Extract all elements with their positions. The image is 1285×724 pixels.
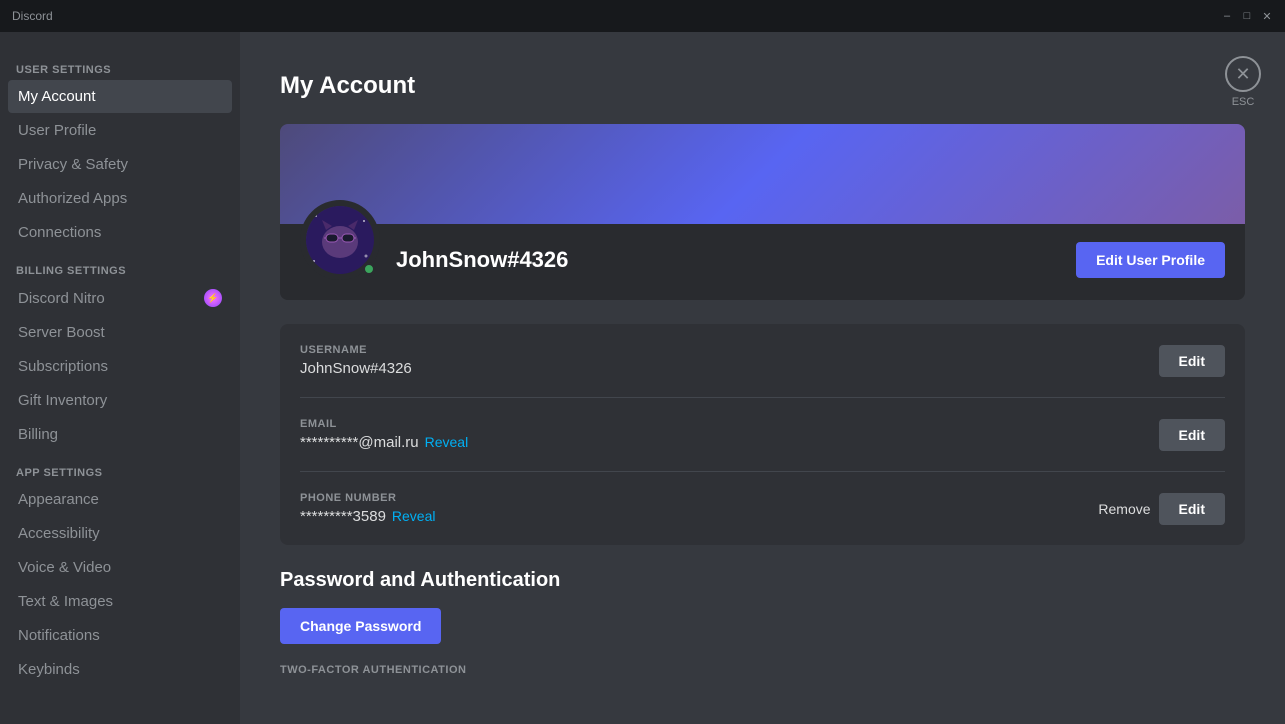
sidebar-item-accessibility[interactable]: Accessibility (8, 517, 232, 550)
sidebar-item-notifications[interactable]: Notifications (8, 619, 232, 652)
sidebar-item-billing[interactable]: Billing (8, 418, 232, 451)
content-area: ✕ ESC My Account (240, 32, 1285, 724)
sidebar-item-privacy-safety[interactable]: Privacy & Safety (8, 148, 232, 181)
sidebar-item-discord-nitro[interactable]: Discord Nitro ⚡ (8, 281, 232, 315)
esc-label: ESC (1232, 96, 1255, 108)
email-field-row: EMAIL **********@mail.ru Reveal Edit (300, 398, 1225, 472)
phone-field-content: PHONE NUMBER *********3589 Reveal (300, 492, 1098, 525)
sidebar-item-appearance[interactable]: Appearance (8, 483, 232, 516)
change-password-button[interactable]: Change Password (280, 608, 441, 644)
sidebar-item-user-profile[interactable]: User Profile (8, 114, 232, 147)
phone-value: *********3589 Reveal (300, 508, 1098, 525)
sidebar-item-authorized-apps[interactable]: Authorized Apps (8, 182, 232, 215)
sidebar: User Settings My Account User Profile Pr… (0, 32, 240, 724)
password-section-title: Password and Authentication (280, 569, 1245, 592)
phone-remove-link[interactable]: Remove (1098, 501, 1150, 517)
sidebar-item-server-boost[interactable]: Server Boost (8, 316, 232, 349)
username-display: JohnSnow#4326 (396, 247, 1060, 273)
close-window-button[interactable]: ✕ (1261, 10, 1273, 22)
account-fields-section: USERNAME JohnSnow#4326 Edit EMAIL ******… (280, 324, 1245, 545)
email-actions: Edit (1159, 419, 1225, 451)
sidebar-item-text-images[interactable]: Text & Images (8, 585, 232, 618)
edit-profile-button[interactable]: Edit User Profile (1076, 242, 1225, 278)
username-field-content: USERNAME JohnSnow#4326 (300, 344, 1159, 377)
avatar-wrap (300, 200, 380, 280)
phone-edit-button[interactable]: Edit (1159, 493, 1225, 525)
titlebar: Discord – □ ✕ (0, 0, 1285, 32)
phone-masked: *********3589 (300, 508, 386, 525)
sidebar-item-my-account[interactable]: My Account (8, 80, 232, 113)
app-body: User Settings My Account User Profile Pr… (0, 32, 1285, 724)
email-reveal-link[interactable]: Reveal (425, 434, 469, 450)
email-label: EMAIL (300, 418, 1159, 430)
profile-card: JohnSnow#4326 Edit User Profile (280, 124, 1245, 300)
sidebar-item-subscriptions[interactable]: Subscriptions (8, 350, 232, 383)
username-field-row: USERNAME JohnSnow#4326 Edit (300, 324, 1225, 398)
nitro-icon: ⚡ (204, 289, 222, 307)
username-edit-button[interactable]: Edit (1159, 345, 1225, 377)
user-settings-section-label: User Settings (8, 56, 232, 80)
phone-label: PHONE NUMBER (300, 492, 1098, 504)
profile-banner (280, 124, 1245, 224)
app-title: Discord (12, 9, 53, 23)
email-field-content: EMAIL **********@mail.ru Reveal (300, 418, 1159, 451)
phone-actions: Remove Edit (1098, 493, 1225, 525)
sidebar-item-connections[interactable]: Connections (8, 216, 232, 249)
profile-info: JohnSnow#4326 Edit User Profile (280, 224, 1245, 300)
email-masked: **********@mail.ru (300, 434, 419, 451)
close-button-wrap: ✕ ESC (1225, 56, 1261, 108)
two-fa-label: TWO-FACTOR AUTHENTICATION (280, 664, 1245, 676)
phone-field-row: PHONE NUMBER *********3589 Reveal Remove … (300, 472, 1225, 545)
status-indicator (362, 262, 376, 276)
email-value: **********@mail.ru Reveal (300, 434, 1159, 451)
email-edit-button[interactable]: Edit (1159, 419, 1225, 451)
close-settings-button[interactable]: ✕ (1225, 56, 1261, 92)
username-actions: Edit (1159, 345, 1225, 377)
sidebar-item-gift-inventory[interactable]: Gift Inventory (8, 384, 232, 417)
page-title: My Account (280, 72, 1245, 100)
window-controls: – □ ✕ (1221, 10, 1273, 22)
app-settings-section-label: App Settings (8, 459, 232, 483)
username-label: USERNAME (300, 344, 1159, 356)
username-value: JohnSnow#4326 (300, 360, 1159, 377)
maximize-button[interactable]: □ (1241, 10, 1253, 22)
phone-reveal-link[interactable]: Reveal (392, 508, 436, 524)
sidebar-item-keybinds[interactable]: Keybinds (8, 653, 232, 686)
sidebar-item-voice-video[interactable]: Voice & Video (8, 551, 232, 584)
billing-settings-section-label: Billing Settings (8, 257, 232, 281)
minimize-button[interactable]: – (1221, 10, 1233, 22)
